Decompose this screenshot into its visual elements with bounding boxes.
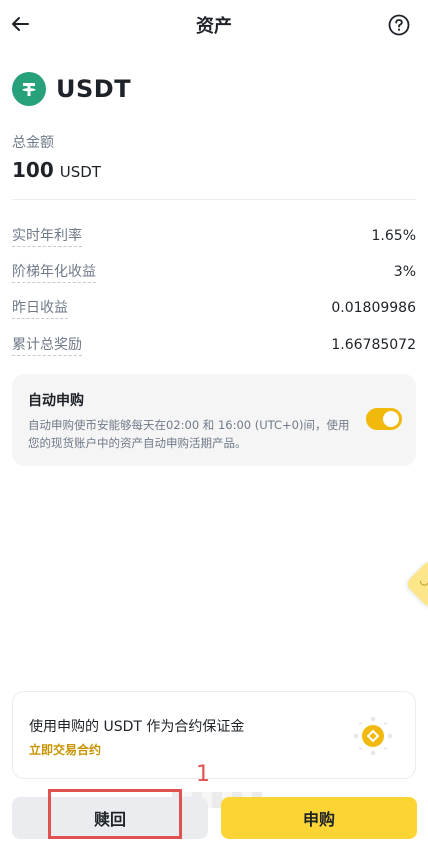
auto-subscribe-title: 自动申购 — [28, 393, 84, 409]
page-title: 资产 — [196, 16, 232, 37]
toggle-knob — [383, 411, 399, 427]
auto-subscribe-card: 自动申购 自动申购使币安能够每天在02:00 和 16:00 (UTC+0)间，… — [12, 374, 416, 466]
question-circle-icon — [388, 14, 410, 36]
stat-row-total-rewards: 累计总奖励 1.66785072 — [12, 333, 416, 357]
annotation-highlight-box — [48, 789, 182, 839]
stat-value: 1.65% — [371, 228, 416, 244]
asset-header: USDT — [12, 72, 131, 106]
asset-name: USDT — [56, 75, 132, 103]
coin-illustration-icon — [353, 716, 393, 756]
stat-value: 3% — [393, 264, 416, 280]
trade-futures-link[interactable]: 立即交易合约 — [29, 741, 101, 758]
stat-row-realtime-apr: 实时年利率 1.65% — [12, 224, 416, 248]
stat-row-tiered-apr: 阶梯年化收益 3% — [12, 260, 416, 284]
help-button[interactable] — [388, 14, 410, 36]
stat-label[interactable]: 累计总奖励 — [12, 334, 82, 356]
subscribe-button[interactable]: 申购 — [221, 797, 417, 839]
promo-title: 使用申购的 USDT 作为合约保证金 — [29, 719, 245, 735]
auto-subscribe-toggle[interactable] — [366, 408, 402, 430]
tether-icon — [12, 72, 46, 106]
stat-label[interactable]: 昨日收益 — [12, 297, 68, 319]
stat-label[interactable]: 阶梯年化收益 — [12, 261, 96, 283]
header: 资产 — [0, 0, 428, 52]
stat-row-yesterday-earnings: 昨日收益 0.01809986 — [12, 296, 416, 320]
divider — [12, 199, 416, 200]
stat-label[interactable]: 实时年利率 — [12, 225, 82, 247]
total-amount-value: 100 — [12, 158, 54, 182]
stat-value: 0.01809986 — [331, 300, 416, 316]
stat-value: 1.66785072 — [331, 337, 416, 353]
total-amount: 100 USDT — [12, 158, 101, 182]
futures-margin-promo-card[interactable]: 使用申购的 USDT 作为合约保证金 立即交易合约 — [12, 691, 416, 779]
total-amount-label: 总金额 — [12, 135, 54, 151]
annotation-number: 1 — [196, 762, 210, 787]
floating-widget-button[interactable]: ◡ — [404, 558, 428, 610]
smile-icon: ◡ — [419, 572, 428, 587]
auto-subscribe-description: 自动申购使币安能够每天在02:00 和 16:00 (UTC+0)间，使用您的现… — [28, 418, 350, 450]
total-amount-unit: USDT — [59, 163, 101, 181]
